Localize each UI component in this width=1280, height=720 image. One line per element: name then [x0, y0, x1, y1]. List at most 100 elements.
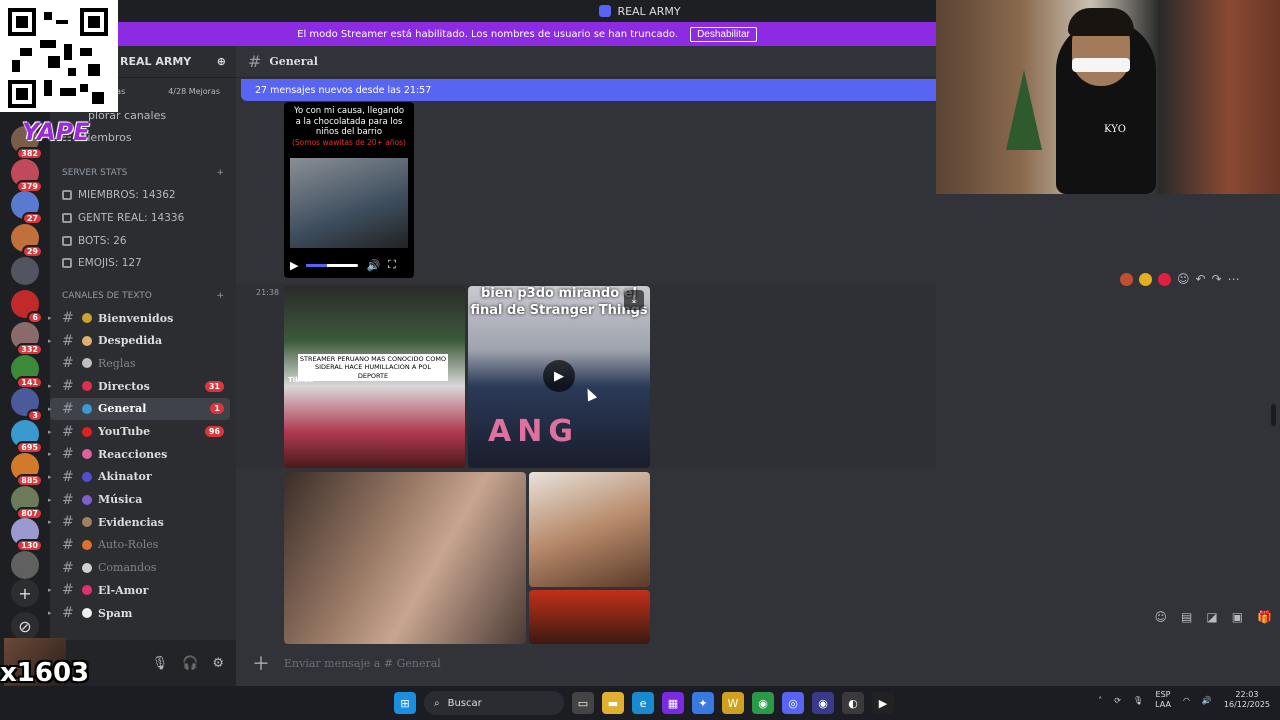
- mic-icon[interactable]: 🎙: [1133, 696, 1143, 705]
- tray-chevron-icon[interactable]: ˄: [1098, 696, 1102, 705]
- server-icon[interactable]: 29: [11, 224, 43, 259]
- image-attachment[interactable]: [529, 590, 650, 644]
- reaction-emoji-icon[interactable]: [1120, 272, 1133, 286]
- video-attachment[interactable]: bien p3do mirando el final de Stranger T…: [468, 286, 650, 468]
- server-icon[interactable]: 6: [11, 289, 43, 324]
- channel-item[interactable]: ▸ # Bienvenidos: [48, 307, 230, 330]
- channel-emoji-icon: [80, 403, 98, 414]
- hash-icon: #: [62, 378, 74, 395]
- gift-icon[interactable]: 🎁: [1257, 610, 1272, 624]
- play-button-icon[interactable]: ▶: [543, 360, 575, 392]
- discord-icon[interactable]: ◎: [782, 692, 804, 714]
- stat-channel[interactable]: MIEMBROS: 14362: [50, 184, 236, 207]
- volume-icon[interactable]: 🔊: [1202, 696, 1212, 705]
- clock[interactable]: 22:03 16/12/2025: [1224, 690, 1270, 711]
- channel-item[interactable]: ▸ # Directos 31: [48, 375, 230, 398]
- file-explorer-icon[interactable]: ▬: [602, 692, 624, 714]
- sticker-icon[interactable]: ◪: [1206, 610, 1217, 624]
- volume-icon[interactable]: 🔊: [366, 259, 380, 272]
- disable-streamer-mode-button[interactable]: Deshabilitar: [690, 26, 757, 42]
- channel-name: Comandos: [98, 561, 157, 575]
- channel-item[interactable]: ▸ # Reacciones: [48, 443, 230, 466]
- server-icon[interactable]: [11, 551, 39, 580]
- add-attachment-icon[interactable]: ＋: [252, 650, 270, 676]
- app-w-icon[interactable]: W: [722, 692, 744, 714]
- chrome-icon[interactable]: ◉: [752, 692, 774, 714]
- channel-item[interactable]: ▸ # Despedida: [48, 329, 230, 352]
- category-text-channels[interactable]: CANALES DE TEXTO +: [50, 285, 236, 307]
- fullscreen-icon[interactable]: ⛶: [388, 258, 396, 272]
- play-icon[interactable]: ▶: [290, 259, 298, 272]
- stat-channel[interactable]: EMOJIS: 127: [50, 252, 236, 275]
- forward-icon[interactable]: ↷: [1212, 272, 1222, 286]
- tiktok-label: TikTok: [288, 376, 314, 384]
- lang-bottom: LAA: [1155, 700, 1171, 710]
- server-icon[interactable]: 141: [11, 354, 43, 389]
- channel-emoji-icon: [80, 494, 98, 505]
- server-icon[interactable]: 3: [11, 387, 43, 422]
- channel-item[interactable]: ▸ # General 1: [48, 397, 230, 421]
- server-icon[interactable]: 379: [11, 158, 43, 193]
- window-title: REAL ARMY: [617, 4, 681, 18]
- channel-item[interactable]: # Reglas: [50, 352, 230, 375]
- windows-start-icon[interactable]: ⊞: [394, 692, 416, 714]
- stat-channel[interactable]: GENTE REAL: 14336: [50, 207, 236, 230]
- server-icon[interactable]: 885: [11, 453, 43, 487]
- stat-channel[interactable]: BOTS: 26: [50, 229, 236, 252]
- composer-placeholder: Enviar mensaje a #: [284, 656, 394, 670]
- add-channel-icon[interactable]: +: [216, 168, 224, 178]
- microphone-icon[interactable]: 🎙: [152, 656, 169, 671]
- add-text-channel-icon[interactable]: +: [216, 291, 224, 301]
- server-icon[interactable]: 332: [11, 322, 43, 357]
- edge-icon[interactable]: e: [632, 692, 654, 714]
- channel-item[interactable]: ▸ # Música: [48, 488, 230, 511]
- taskbar-search[interactable]: ⌕ Buscar: [424, 691, 564, 715]
- channel-item[interactable]: ▸ # Evidencias: [48, 511, 230, 534]
- new-messages-bar[interactable]: 27 mensajes nuevos desde las 21:57: [241, 79, 936, 101]
- add-member-icon[interactable]: ⊕: [217, 55, 226, 68]
- scrollbar[interactable]: [1271, 404, 1276, 426]
- discover-icon[interactable]: ⊘: [11, 612, 39, 640]
- language-indicator[interactable]: ESP LAA: [1155, 690, 1171, 711]
- server-icon[interactable]: 130: [11, 518, 43, 553]
- app-icon[interactable]: ▦: [662, 692, 684, 714]
- chrome-profile-icon[interactable]: ◉: [812, 692, 834, 714]
- image-attachment[interactable]: [284, 472, 526, 644]
- server-icon[interactable]: [11, 256, 39, 285]
- settings-gear-icon[interactable]: ⚙: [212, 656, 224, 671]
- channel-item[interactable]: ▸ # Akinator: [48, 466, 230, 489]
- more-options-icon[interactable]: ⋯: [1228, 272, 1240, 286]
- server-icon[interactable]: 807: [11, 485, 43, 520]
- image-attachment[interactable]: STREAMER PERUANO MAS CONOCIDO COMO SIDER…: [284, 286, 465, 468]
- video-caption: Yo con mi causa, llegando a la chocolata…: [293, 106, 405, 138]
- video-attachment[interactable]: Yo con mi causa, llegando a la chocolata…: [284, 102, 414, 278]
- channel-item[interactable]: # Comandos: [50, 556, 230, 579]
- image-icon[interactable]: ▣: [1232, 610, 1243, 624]
- obs-icon[interactable]: ◐: [842, 692, 864, 714]
- category-server-stats[interactable]: SERVER STATS +: [50, 162, 236, 184]
- channel-item[interactable]: ▸ # Spam: [48, 602, 230, 625]
- channel-item[interactable]: ▸ # YouTube 96: [48, 420, 230, 443]
- reaction-emoji-icon[interactable]: [1139, 272, 1152, 286]
- server-icon[interactable]: 695: [11, 420, 43, 455]
- download-icon[interactable]: ⤓: [624, 290, 644, 310]
- emoji-icon[interactable]: ☺: [1155, 610, 1168, 624]
- headphones-icon[interactable]: 🎧: [182, 656, 198, 671]
- add-reaction-icon[interactable]: ☺: [1177, 272, 1190, 286]
- video-seekbar[interactable]: [306, 263, 359, 267]
- task-view-icon[interactable]: ▭: [572, 692, 594, 714]
- network-icon[interactable]: ⟳: [1114, 696, 1121, 705]
- channel-name: Directos: [98, 379, 150, 393]
- wifi-icon[interactable]: ◠: [1183, 696, 1190, 705]
- channel-item[interactable]: ▸ # El-Amor: [48, 579, 230, 602]
- copilot-icon[interactable]: ✦: [692, 692, 714, 714]
- add-server-icon[interactable]: +: [11, 579, 39, 607]
- media-player-icon[interactable]: ▶: [872, 692, 894, 714]
- hash-icon: #: [62, 514, 74, 531]
- gif-icon[interactable]: ▤: [1181, 610, 1192, 624]
- channel-item[interactable]: # Auto-Roles: [50, 534, 230, 557]
- server-icon[interactable]: 27: [11, 191, 43, 226]
- reply-icon[interactable]: ↶: [1196, 272, 1206, 286]
- image-attachment[interactable]: [529, 472, 650, 587]
- heart-icon[interactable]: [1158, 272, 1171, 286]
